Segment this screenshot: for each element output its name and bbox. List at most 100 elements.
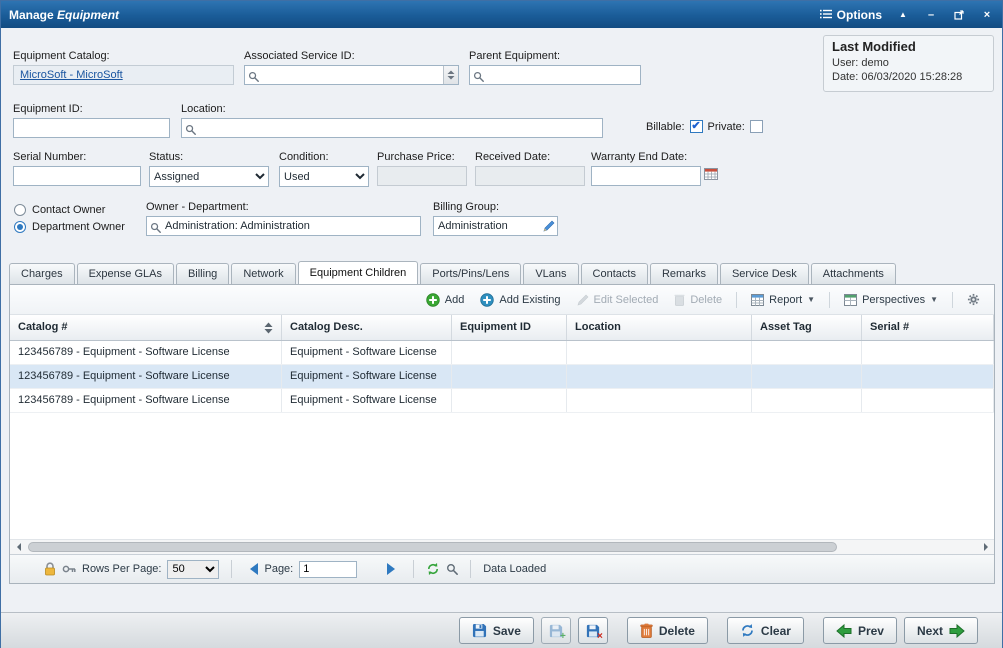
department-owner-label: Department Owner [32,221,125,233]
owner-department-label: Owner - Department: [146,201,421,213]
column-header-location[interactable]: Location [567,315,752,340]
serial-number-input[interactable] [13,166,141,186]
tab-expense-glas[interactable]: Expense GLAs [77,263,174,284]
serial-number-label: Serial Number: [13,151,141,163]
arrow-right-icon [949,624,965,638]
pager-separator [231,560,232,578]
chevron-down-icon: ▼ [930,295,938,304]
warranty-end-date-input[interactable] [591,166,701,186]
next-button[interactable]: Next [904,617,978,644]
add-button[interactable]: Add [420,291,471,309]
parent-equipment-input[interactable] [469,65,641,85]
warranty-end-date-label: Warranty End Date: [591,151,726,163]
manage-equipment-window: Manage Equipment Options ▲ – × Equipment… [0,0,1003,648]
tab-vlans[interactable]: VLans [523,263,578,284]
tab-remarks[interactable]: Remarks [650,263,718,284]
column-header-catalog-desc[interactable]: Catalog Desc. [282,315,452,340]
column-header-serial[interactable]: Serial # [862,315,994,340]
perspectives-button[interactable]: Perspectives ▼ [838,292,944,308]
save-button[interactable]: Save [459,617,534,644]
plus-overlay-icon: + [560,631,566,642]
arrow-right-icon [984,543,992,551]
edit-pencil-icon[interactable] [543,219,555,237]
column-header-asset-tag[interactable]: Asset Tag [752,315,862,340]
tab-contacts[interactable]: Contacts [581,263,648,284]
search-icon[interactable] [446,563,458,575]
last-modified-title: Last Modified [832,39,985,54]
add-existing-icon [480,293,494,307]
hscroll-left-button[interactable] [10,540,26,554]
hscroll-right-button[interactable] [978,540,994,554]
page-input[interactable] [299,561,357,578]
equipment-children-panel: Add Add Existing Edit Selected Delete Re… [9,284,995,584]
billable-checkbox[interactable]: ✔ [690,120,703,133]
equipment-id-input[interactable] [13,118,170,138]
tab-billing[interactable]: Billing [176,263,229,284]
tab-ports-pins-lens[interactable]: Ports/Pins/Lens [420,263,521,284]
column-header-catalog[interactable]: Catalog # [10,315,282,340]
options-button[interactable]: Options [820,8,882,22]
collapse-button[interactable]: ▲ [896,8,910,22]
billing-group-input[interactable] [433,216,558,236]
equipment-form: Equipment Catalog: MicroSoft - MicroSoft… [1,28,1002,261]
close-button[interactable]: × [980,8,994,22]
delete-button[interactable]: Delete [627,617,708,644]
location-input[interactable] [181,118,603,138]
tab-equipment-children[interactable]: Equipment Children [298,261,419,284]
prev-button[interactable]: Prev [823,617,897,644]
options-icon [820,8,832,22]
tab-network[interactable]: Network [231,263,295,284]
table-row[interactable]: 123456789 - Equipment - Software License… [10,389,994,413]
hscroll-thumb[interactable] [28,542,837,552]
save-and-close-button[interactable]: × [578,617,608,644]
condition-select[interactable]: Used [279,166,369,187]
save-and-new-button[interactable]: + [541,617,571,644]
page-next-button[interactable] [387,563,401,575]
table-cell: 123456789 - Equipment - Software License [10,365,282,388]
clear-button[interactable]: Clear [727,617,804,644]
delete-selected-button[interactable]: Delete [668,291,728,308]
contact-owner-radio[interactable] [14,204,26,216]
last-modified-date: Date: 06/03/2020 15:28:28 [832,70,985,84]
location-label: Location: [181,103,603,115]
edit-selected-button[interactable]: Edit Selected [571,292,665,308]
equipment-catalog-link[interactable]: MicroSoft - MicroSoft [20,69,123,81]
window-title: Manage Equipment [9,8,119,22]
table-cell [567,365,752,388]
report-button[interactable]: Report ▼ [745,292,821,308]
tab-charges[interactable]: Charges [9,263,75,284]
private-checkbox[interactable] [750,120,763,133]
tab-service-desk[interactable]: Service Desk [720,263,809,284]
table-cell [452,389,567,412]
refresh-icon[interactable] [426,562,440,576]
table-row[interactable]: 123456789 - Equipment - Software License… [10,341,994,365]
billable-label: Billable: [646,121,685,133]
table-cell: 123456789 - Equipment - Software License [10,341,282,364]
table-row[interactable]: 123456789 - Equipment - Software License… [10,365,994,389]
pager-separator [413,560,414,578]
calendar-icon[interactable] [704,167,718,185]
add-icon [426,293,440,307]
department-owner-radio[interactable] [14,221,26,233]
status-select[interactable]: Assigned [149,166,269,187]
key-icon[interactable] [62,564,76,574]
column-header-equipment-id[interactable]: Equipment ID [452,315,567,340]
lock-icon[interactable] [44,562,56,576]
hscroll-track[interactable] [26,540,978,554]
associated-service-id-input[interactable] [244,65,459,85]
associated-service-id-label: Associated Service ID: [244,50,459,62]
associated-service-id-spinner[interactable] [443,66,458,84]
grid-settings-button[interactable] [961,291,986,308]
parent-equipment-label: Parent Equipment: [469,50,641,62]
tab-attachments[interactable]: Attachments [811,263,896,284]
last-modified-user: User: demo [832,56,985,70]
minimize-button[interactable]: – [924,8,938,22]
popout-button[interactable] [952,8,966,22]
page-prev-button[interactable] [244,563,258,575]
add-existing-button[interactable]: Add Existing [474,291,566,309]
equipment-catalog-label: Equipment Catalog: [13,50,234,62]
edit-pencil-icon [577,294,589,306]
owner-department-input[interactable] [146,216,421,236]
table-cell [452,365,567,388]
rows-per-page-select[interactable]: 50 [167,560,219,579]
